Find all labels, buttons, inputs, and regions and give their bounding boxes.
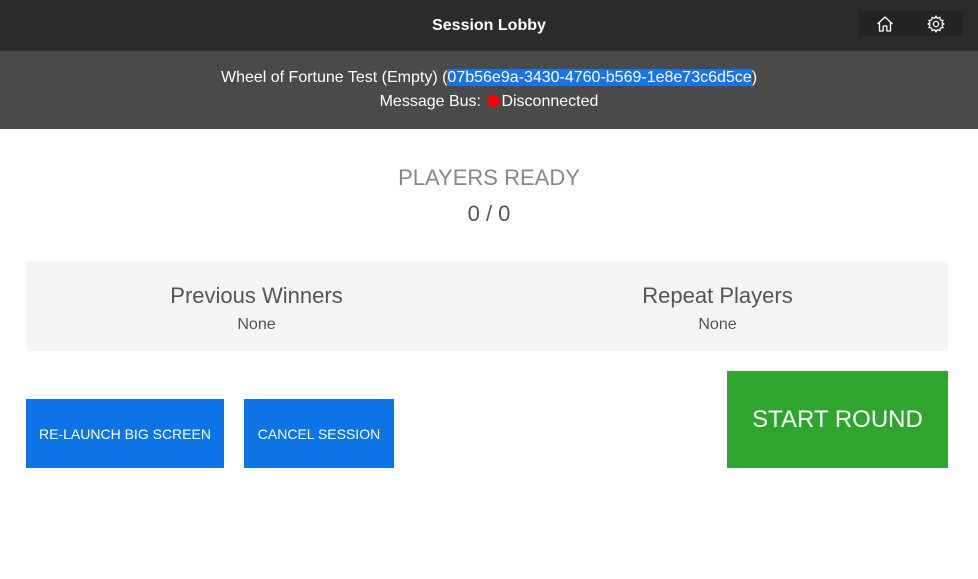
cancel-session-button[interactable]: CANCEL SESSION: [244, 399, 394, 468]
header-icon-group: [859, 11, 963, 36]
home-button[interactable]: [870, 11, 900, 36]
players-ready-count: 0 / 0: [467, 201, 511, 226]
repeat-players-value: None: [698, 316, 737, 333]
relaunch-big-screen-button[interactable]: RE-LAUNCH BIG SCREEN: [26, 399, 224, 468]
summary-panel: Previous Winners None Repeat Players Non…: [26, 261, 948, 351]
message-bus-label: Message Bus:: [379, 93, 481, 110]
session-id[interactable]: 07b56e9a-3430-4760-b569-1e8e73c6d5ce: [447, 69, 752, 86]
previous-winners-title: Previous Winners: [170, 283, 343, 308]
message-bus-line: Message Bus: Disconnected: [0, 92, 978, 112]
session-id-close: ): [751, 69, 758, 86]
gear-icon: [927, 14, 945, 33]
settings-button[interactable]: [921, 11, 951, 36]
repeat-players-title: Repeat Players: [642, 283, 793, 308]
top-bar: Session Lobby: [0, 0, 978, 51]
start-round-button[interactable]: START ROUND: [727, 371, 948, 468]
status-dot-icon: [487, 95, 500, 107]
session-info-bar: Wheel of Fortune Test (Empty) (07b56e9a-…: [0, 51, 978, 129]
players-ready-label: PLAYERS READY: [398, 165, 580, 190]
session-title-line: Wheel of Fortune Test (Empty) (07b56e9a-…: [0, 68, 978, 88]
home-icon: [877, 15, 893, 32]
repeat-players-section: Repeat Players None: [487, 261, 948, 351]
message-bus-status: Disconnected: [501, 93, 599, 110]
page-title: Session Lobby: [432, 17, 546, 34]
session-id-open: (: [437, 69, 448, 86]
previous-winners-section: Previous Winners None: [26, 261, 487, 351]
previous-winners-value: None: [237, 316, 276, 333]
session-name: Wheel of Fortune Test (Empty): [220, 69, 438, 86]
